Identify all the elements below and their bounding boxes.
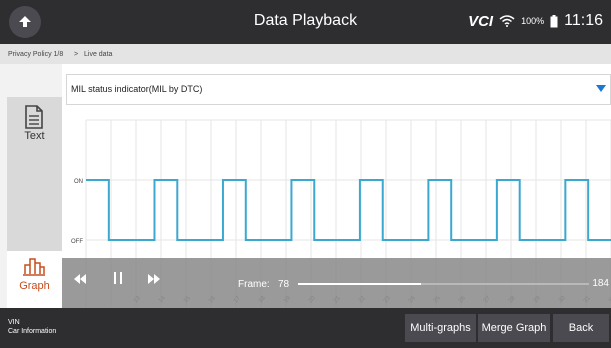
breadcrumb-item-privacy[interactable]: Privacy Policy 1/8: [8, 51, 63, 58]
rewind-icon: [74, 274, 86, 284]
clock: 11:16: [564, 12, 603, 29]
frame-label: Frame:: [238, 279, 270, 290]
bottom-bar: VIN Car Information Multi-graphs Merge G…: [0, 308, 611, 348]
frame-slider[interactable]: [298, 283, 589, 285]
sidebar-item-text[interactable]: Text: [7, 97, 62, 251]
chart-y-tick-label: OFF: [71, 239, 83, 245]
vin-label: VIN: [8, 319, 20, 326]
wifi-icon: [499, 15, 515, 27]
document-icon: [25, 105, 43, 129]
breadcrumb: Privacy Policy 1/8 > Live data: [0, 44, 611, 64]
top-bar: Data Playback VCI 100% 11:16: [0, 0, 611, 44]
frame-value: 78: [278, 279, 290, 290]
battery-percent: 100%: [521, 16, 545, 26]
sidebar-item-graph-label: Graph: [19, 280, 50, 292]
playback-controls: Frame: 78 184: [62, 258, 611, 308]
frame-max: 184: [592, 278, 609, 289]
vci-connection-icon: VCI: [468, 12, 494, 30]
merge-graph-button[interactable]: Merge Graph: [478, 314, 550, 342]
sidebar: Text Graph: [0, 64, 62, 308]
chart-series-line: [86, 179, 611, 241]
chart-y-tick-label: ON: [74, 179, 83, 185]
battery-icon: [550, 14, 558, 27]
sidebar-item-graph[interactable]: Graph: [7, 251, 62, 308]
multi-graphs-button[interactable]: Multi-graphs: [405, 314, 476, 342]
pause-button[interactable]: [113, 272, 123, 287]
vehicle-info: VIN Car Information: [8, 318, 56, 336]
pause-icon: [114, 272, 122, 284]
breadcrumb-item-live-data[interactable]: Live data: [84, 51, 112, 58]
rewind-button[interactable]: [74, 272, 86, 287]
frame-slider-fill: [298, 283, 422, 285]
status-area: VCI 100% 11:16: [468, 12, 603, 30]
car-information-label: Car Information: [8, 328, 57, 335]
breadcrumb-separator: >: [74, 51, 79, 58]
sidebar-item-text-label: Text: [24, 130, 45, 142]
bar-chart-icon: [23, 258, 45, 276]
fast-forward-button[interactable]: [148, 272, 160, 287]
fast-forward-icon: [148, 274, 160, 284]
back-button[interactable]: Back: [553, 314, 609, 342]
